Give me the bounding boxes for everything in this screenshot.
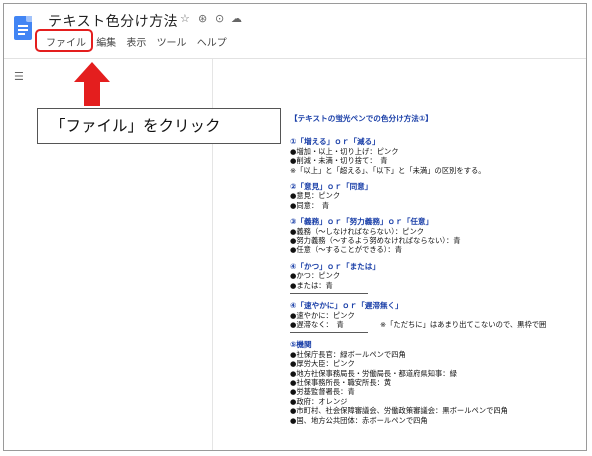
section-title: ①「増える」ｏｒ「減る」 — [290, 137, 380, 147]
section-title: ④「速やかに」ｏｒ「遅滞無く」 — [290, 301, 403, 311]
section-2: ②「意見」ｏｒ「同意」 ●意見：ピンク ●同意： 青 — [290, 182, 586, 210]
file-menu-highlight — [35, 29, 93, 52]
section-5: ④「速やかに」ｏｒ「遅滞無く」 ●速やかに：ピンク ●遅滞なく： 青 ※「ただち… — [290, 301, 586, 334]
list-item: ●増加・以上・切り上げ：ピンク — [290, 146, 399, 156]
divider — [290, 332, 368, 334]
list-item: ●政府：オレンジ — [290, 396, 348, 406]
section-4: ④「かつ」ｏｒ「または」 ●かつ：ピンク ●または：青 — [290, 261, 586, 295]
list-item: ●速やかに：ピンク — [290, 310, 355, 320]
list-item: ●義務（～しなければならない）：ピンク — [290, 226, 425, 236]
list-item: ●かつ：ピンク — [290, 271, 341, 281]
section-title: ④「かつ」ｏｒ「または」 — [290, 261, 380, 271]
list-item: ●社保庁長官：緑ボールペンで四角 — [290, 349, 406, 359]
move-folder-icon[interactable]: ⊛ — [198, 12, 207, 25]
list-item: ●同意： 青 — [290, 200, 330, 210]
list-item: ●労基監督署長：青 — [290, 387, 355, 397]
menu-help[interactable]: ヘルプ — [197, 38, 227, 49]
list-item: ●厚労大臣：ピンク — [290, 359, 355, 369]
section-title: ③「義務」ｏｒ「努力義務」ｏｒ「任意」 — [290, 217, 434, 227]
list-item: ※「以上」と「超える」、「以下」と「未満」の区別をする。 — [290, 165, 486, 175]
list-item: ●または：青 — [290, 280, 333, 290]
section-6: ⑤機関 ●社保庁長官：緑ボールペンで四角 ●厚労大臣：ピンク ●地方社保事務局長… — [290, 340, 586, 425]
menu-view[interactable]: 表示 — [126, 38, 146, 49]
pointer-arrow-icon — [74, 62, 110, 106]
app-window: テキスト色分け方法 ☆ ⊛ ⊙ ☁ ファイル 編集 表示 ツール ヘルプ ☰ 「… — [3, 3, 587, 451]
instruction-callout: 「ファイル」をクリック — [37, 108, 281, 144]
section-title: ②「意見」ｏｒ「同意」 — [290, 182, 373, 192]
list-item: ●削減・未満・切り捨て： 青 — [290, 156, 388, 166]
doc-title[interactable]: テキスト色分け方法 — [48, 11, 178, 31]
docs-logo-icon[interactable] — [14, 16, 32, 40]
list-item: ●地方社保事務局長・労働局長・都道府県知事：緑 — [290, 368, 457, 378]
menu-tools[interactable]: ツール — [157, 38, 187, 49]
list-item: ●意見：ピンク — [290, 191, 341, 201]
list-item: ●国、地方公共団体：赤ボールペンで四角 — [290, 415, 428, 425]
document-heading: 【テキストの蛍光ペンでの色分け方法①】 — [290, 114, 433, 123]
list-item: ●社保事務所長・職安所長：黄 — [290, 377, 392, 387]
list-item: ●努力義務（～するよう努めなければならない）：青 — [290, 236, 461, 246]
star-icon[interactable]: ☆ — [180, 12, 190, 25]
list-item: ●市町村、社会保障審議会、労働政策審議会：黒ボールペンで四角 — [290, 406, 508, 416]
menu-edit[interactable]: 編集 — [96, 38, 116, 49]
note-text: ※「ただちに」はあまり出てこないので、黒枠で囲 — [380, 319, 547, 329]
status-icon[interactable]: ⊙ — [215, 12, 224, 25]
section-3: ③「義務」ｏｒ「努力義務」ｏｒ「任意」 ●義務（～しなければならない）：ピンク … — [290, 217, 586, 255]
section-1: ①「増える」ｏｒ「減る」 ●増加・以上・切り上げ：ピンク ●削減・未満・切り捨て… — [290, 137, 586, 175]
docs-header: テキスト色分け方法 ☆ ⊛ ⊙ ☁ ファイル 編集 表示 ツール ヘルプ — [4, 4, 586, 59]
outline-icon[interactable]: ☰ — [14, 70, 24, 83]
section-title: ⑤機関 — [290, 340, 312, 350]
cloud-icon[interactable]: ☁ — [231, 12, 242, 25]
divider — [290, 293, 368, 295]
list-item: ●任意（～することができる）：青 — [290, 245, 403, 255]
document-body: 【テキストの蛍光ペンでの色分け方法①】 ①「増える」ｏｒ「減る」 ●増加・以上・… — [290, 114, 586, 432]
